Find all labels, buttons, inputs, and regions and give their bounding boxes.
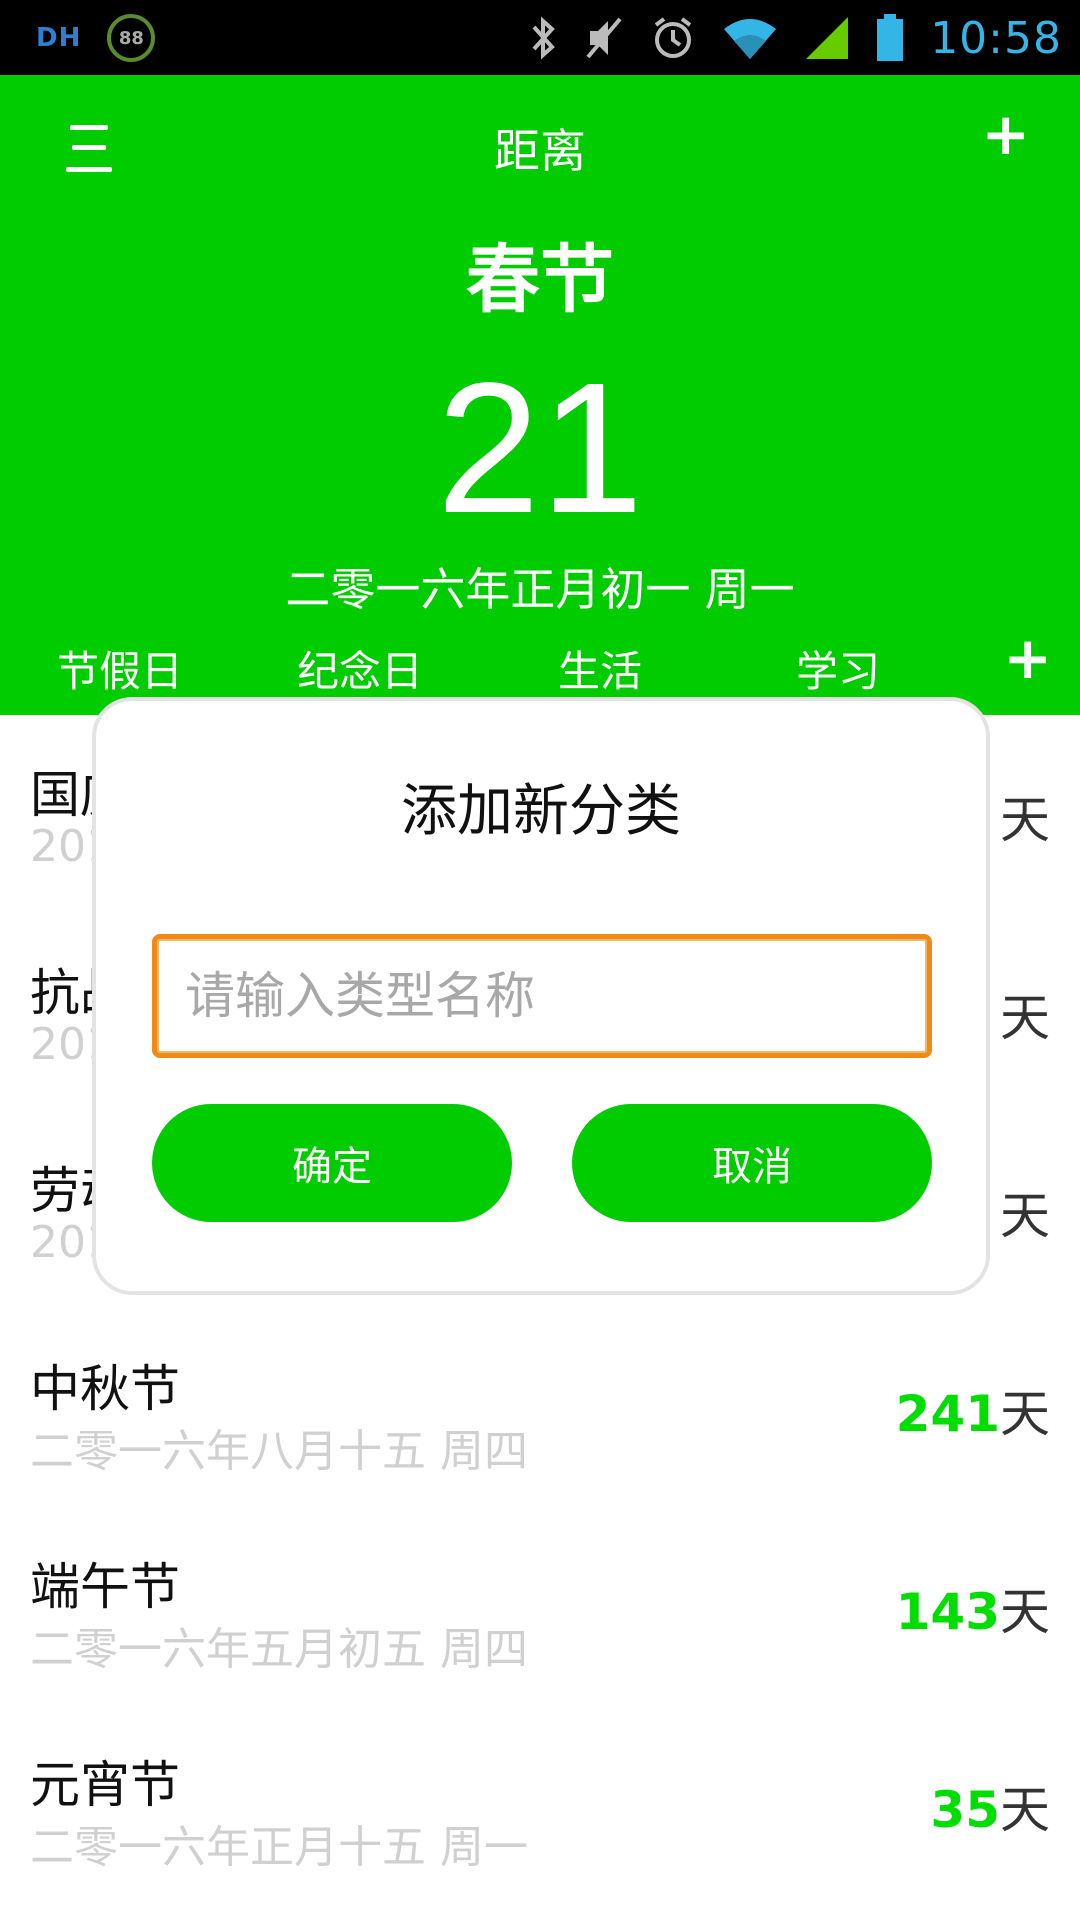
list-item-days: 241天 <box>896 1374 1050 1446</box>
status-left: DH 88 <box>36 14 156 62</box>
list-item-date: 二零一六年正月十五 周一 <box>30 1822 528 1873</box>
list-item-date: 二零一六年五月初五 周四 <box>30 1624 528 1675</box>
category-name-input[interactable] <box>152 934 932 1058</box>
status-right: 10:58 <box>528 8 1062 68</box>
list-item-title: 端午节 <box>30 1558 180 1616</box>
dh-app-icon: DH <box>36 23 82 53</box>
badge-88-icon: 88 <box>107 14 156 62</box>
list-item[interactable]: 端午节 二零一六年五月初五 周四 143天 <box>0 1507 1080 1705</box>
featured-event-name: 春节 <box>466 237 614 323</box>
list-item-days: 143天 <box>896 1572 1050 1644</box>
alarm-icon <box>650 15 696 61</box>
featured-event-days: 21 <box>436 345 644 552</box>
days-unit: 天 <box>1000 791 1050 849</box>
list-item-days: 天 <box>1000 780 1050 852</box>
days-number: 143 <box>895 1583 1000 1641</box>
status-bar: DH 88 10:58 <box>0 0 1080 75</box>
dialog-title: 添加新分类 <box>401 779 681 844</box>
add-category-dialog: 添加新分类 确定 取消 <box>92 697 990 1295</box>
list-item-date: 二零一六年八月十五 周四 <box>30 1426 528 1477</box>
status-time: 10:58 <box>930 12 1062 64</box>
countdown-header: 距离 + 春节 21 二零一六年正月初一 周一 节假日 纪念日 生活 学习 + <box>0 75 1080 715</box>
list-item-days: 天 <box>1000 1176 1050 1248</box>
mute-icon <box>584 15 624 61</box>
days-unit: 天 <box>1000 1781 1050 1839</box>
list-item-title: 元宵节 <box>30 1756 180 1814</box>
list-item-title: 中秋节 <box>30 1360 180 1418</box>
days-number: 35 <box>930 1781 1000 1839</box>
list-item[interactable]: 元宵节 二零一六年正月十五 周一 35天 <box>0 1705 1080 1903</box>
tab-study[interactable]: 学习 <box>718 638 958 699</box>
days-number: 241 <box>895 1385 1000 1443</box>
days-unit: 天 <box>1000 1385 1050 1443</box>
confirm-button[interactable]: 确定 <box>152 1104 512 1222</box>
page-title: 距离 <box>494 124 586 178</box>
bluetooth-icon <box>528 15 558 61</box>
days-unit: 天 <box>1000 989 1050 1047</box>
wifi-icon <box>722 15 778 61</box>
tab-life[interactable]: 生活 <box>480 638 720 699</box>
days-unit: 天 <box>1000 1583 1050 1641</box>
list-item[interactable]: 中秋节 二零一六年八月十五 周四 241天 <box>0 1309 1080 1507</box>
add-event-icon[interactable]: + <box>981 105 1030 163</box>
battery-icon <box>876 14 904 62</box>
signal-icon <box>804 15 850 61</box>
cancel-button[interactable]: 取消 <box>572 1104 932 1222</box>
featured-event-date: 二零一六年正月初一 周一 <box>285 563 795 616</box>
list-item-days: 35天 <box>930 1770 1050 1842</box>
tab-holidays[interactable]: 节假日 <box>0 638 240 699</box>
tab-anniversaries[interactable]: 纪念日 <box>240 638 480 699</box>
add-category-icon[interactable]: + <box>1003 624 1052 692</box>
list-item-days: 天 <box>1000 978 1050 1050</box>
days-unit: 天 <box>1000 1187 1050 1245</box>
category-tabs: 节假日 纪念日 生活 学习 + <box>0 624 1080 699</box>
